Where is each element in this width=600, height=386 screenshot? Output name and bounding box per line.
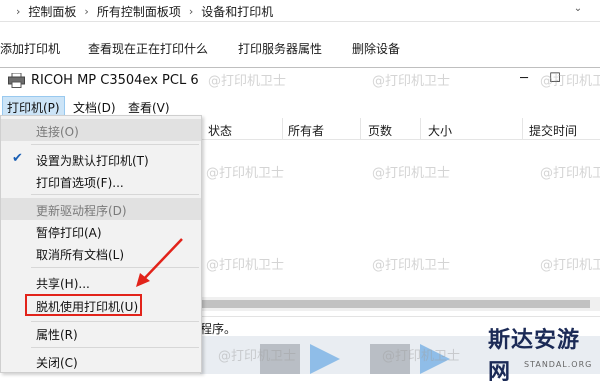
address-bar[interactable]: › 控制面板 › 所有控制面板项 › 设备和打印机 ⌄ [0, 0, 600, 22]
status-text: 程序。 [200, 322, 237, 336]
menu-item-label: 共享(H)... [36, 277, 90, 291]
menu-separator [31, 144, 199, 145]
add-printer-button[interactable]: 添加打印机 [0, 40, 60, 57]
menu-item-label: 连接(O) [36, 125, 79, 139]
remove-device-button[interactable]: 删除设备 [352, 40, 400, 57]
menu-item-label: 设置为默认打印机(T) [36, 154, 149, 168]
menu-item-update-driver[interactable]: 更新驱动程序(D) [1, 198, 201, 220]
horizontal-scrollbar[interactable] [200, 297, 600, 311]
watermark-text: @打印机卫士 [206, 258, 285, 273]
menu-separator [31, 194, 199, 195]
breadcrumb-separator-icon: › [16, 5, 21, 18]
column-pages[interactable]: 页数 [368, 122, 392, 139]
see-printing-button[interactable]: 查看现在正在打印什么 [88, 40, 208, 57]
command-bar: 添加打印机 查看现在正在打印什么 打印服务器属性 删除设备 [0, 30, 600, 64]
minimize-button[interactable]: ─ [514, 71, 534, 91]
breadcrumb-separator-icon: › [188, 5, 194, 18]
menu-item-connect[interactable]: 连接(O) [1, 119, 201, 141]
column-divider[interactable] [360, 118, 361, 140]
menu-item-label: 取消所有文档(L) [36, 248, 125, 262]
chevron-down-icon[interactable]: ⌄ [571, 3, 585, 17]
menu-item-label: 打印首选项(F)... [36, 176, 124, 190]
breadcrumb-item[interactable]: 设备和打印机 [201, 3, 273, 20]
title-bar: RICOH MP C3504ex PCL 6 ─ ☐ [0, 68, 600, 94]
menu-item-label: 更新驱动程序(D) [36, 204, 127, 218]
menu-bar: 打印机(P) 文档(D) 查看(V) [0, 96, 600, 119]
breadcrumb-item[interactable]: 所有控制面板项 [97, 3, 181, 20]
scrollbar-thumb[interactable] [200, 300, 590, 308]
column-status[interactable]: 状态 [208, 122, 232, 139]
column-divider[interactable] [522, 118, 523, 140]
logo-subtext: STANDAL.ORG [524, 360, 593, 369]
watermark-text: @打印机卫士 [218, 349, 297, 364]
watermark-text: @打印机卫士 [372, 74, 451, 89]
watermark-text: @打印机卫士 [372, 258, 451, 273]
print-server-properties-button[interactable]: 打印服务器属性 [238, 40, 322, 57]
column-submitted[interactable]: 提交时间 [529, 122, 577, 139]
watermark-text: @打印机卫士 [540, 74, 600, 89]
column-header: 状态 所有者 页数 大小 提交时间 [200, 118, 600, 140]
site-logo: 斯达安游网 STANDAL.ORG [488, 322, 600, 385]
column-divider[interactable] [282, 118, 283, 140]
menu-item-set-default[interactable]: ✔ 设置为默认打印机(T) [1, 148, 201, 170]
column-divider[interactable] [420, 118, 421, 140]
menu-item-properties[interactable]: 属性(R) [1, 322, 201, 344]
watermark-text: @打印机卫士 [206, 166, 285, 181]
breadcrumb: › 控制面板 › 所有控制面板项 › 设备和打印机 [8, 3, 273, 20]
menu-item-preferences[interactable]: 打印首选项(F)... [1, 170, 201, 192]
highlight-box [25, 294, 142, 316]
window-title: RICOH MP C3504ex PCL 6 [31, 73, 199, 88]
watermark-text: @打印机卫士 [540, 258, 600, 273]
printer-icon [8, 73, 25, 88]
check-icon: ✔ [12, 151, 23, 166]
watermark-text: @打印机卫士 [382, 349, 461, 364]
watermark-text: @打印机卫士 [372, 166, 451, 181]
column-owner[interactable]: 所有者 [288, 122, 324, 139]
menu-separator [31, 347, 199, 348]
breadcrumb-separator-icon: › [84, 5, 89, 18]
menu-item-label: 属性(R) [36, 328, 78, 342]
menu-item-close[interactable]: 关闭(C) [1, 350, 201, 372]
watermark-text: @打印机卫士 [540, 166, 600, 181]
menu-item-label: 暂停打印(A) [36, 226, 102, 240]
watermark-text: @打印机卫士 [208, 74, 287, 89]
menu-item-label: 关闭(C) [36, 356, 78, 370]
logo-text: 斯达安游网 [488, 327, 581, 385]
column-size[interactable]: 大小 [428, 122, 452, 139]
breadcrumb-item[interactable]: 控制面板 [28, 3, 76, 20]
annotation-arrow-icon [136, 238, 183, 287]
